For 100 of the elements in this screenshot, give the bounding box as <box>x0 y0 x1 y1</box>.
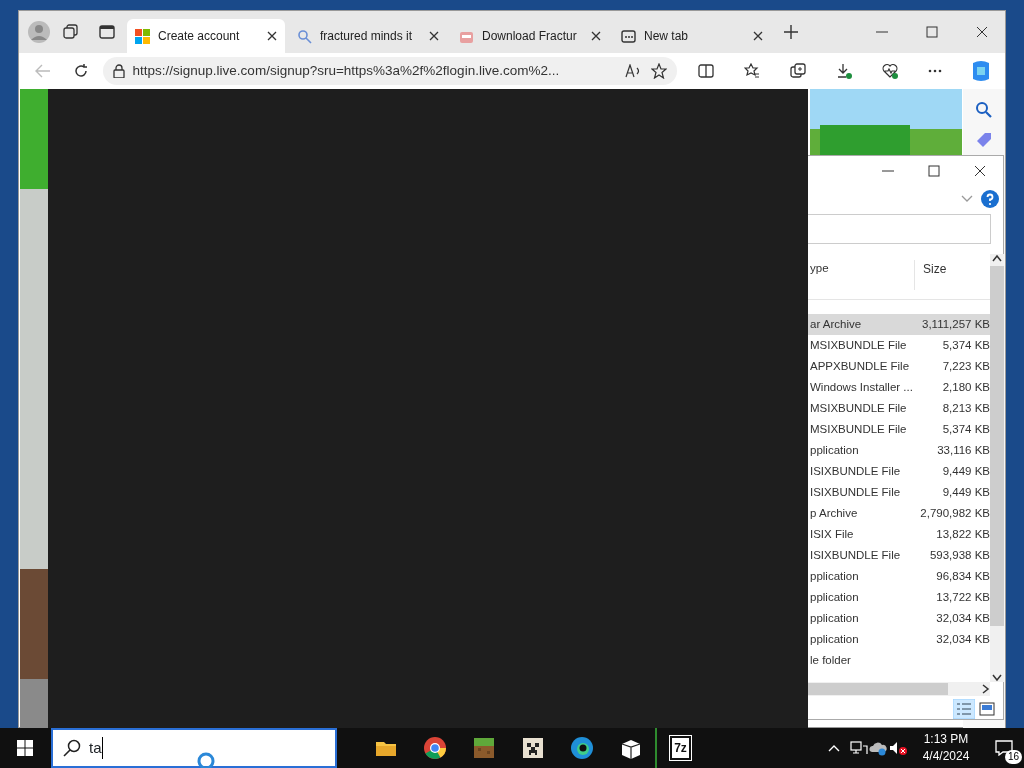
type-cell-text: pplication <box>809 589 860 605</box>
type-cell-text: pplication <box>809 631 860 647</box>
size-cell-text: 8,213 KB <box>941 400 990 416</box>
back-arrow-icon <box>34 64 51 78</box>
type-cell-text: le folder <box>809 652 852 668</box>
column-header[interactable]: ype <box>808 260 914 278</box>
network-icon[interactable] <box>850 740 868 756</box>
type-cell-text: Windows Installer ... <box>809 379 914 395</box>
size-cell-text: 3,111,257 KB <box>921 316 990 332</box>
type-cell-text: MSIXBUNDLE File <box>809 421 908 437</box>
file-row[interactable]: Windows Installer ... 2,180 KB <box>808 377 990 398</box>
file-row[interactable]: ISIXBUNDLE File 593,938 KB <box>808 545 990 566</box>
size-cell-text: 32,034 KB <box>935 631 990 647</box>
close-icon <box>267 31 277 41</box>
type-cell-text: ISIXBUNDLE File <box>809 484 902 500</box>
cloud-icon[interactable] <box>868 740 888 756</box>
file-row[interactable]: ISIX File 13,822 KB <box>808 524 990 545</box>
file-row[interactable]: APPXBUNDLE File 7,223 KB <box>808 356 990 377</box>
search-icon[interactable] <box>975 101 993 119</box>
close-icon <box>973 164 987 178</box>
type-cell-text: ISIXBUNDLE File <box>809 463 902 479</box>
vertical-scrollbar[interactable] <box>990 254 1004 682</box>
sidebar-icon <box>99 24 115 40</box>
cortana-icon <box>197 752 215 768</box>
heartbeat-icon <box>881 63 898 79</box>
chevron-down-icon[interactable] <box>961 195 973 203</box>
download-icon <box>835 63 852 79</box>
type-cell-text: MSIXBUNDLE File <box>809 400 908 416</box>
size-cell-text: 33,116 KB <box>936 442 990 458</box>
scroll-right-icon <box>982 684 990 694</box>
creeper-icon <box>520 736 545 760</box>
search-field[interactable] <box>808 214 991 244</box>
plus-icon <box>784 25 798 39</box>
close-icon <box>591 31 601 41</box>
edge-icon <box>569 736 594 760</box>
file-row[interactable]: ISIXBUNDLE File 9,449 KB <box>808 482 990 503</box>
clock[interactable]: 1:13 PM 4/4/2024 <box>908 728 984 768</box>
file-row[interactable]: MSIXBUNDLE File 5,374 KB <box>808 419 990 440</box>
file-row[interactable]: MSIXBUNDLE File 8,213 KB <box>808 398 990 419</box>
url-text: https://signup.live.com/signup?sru=https%3a%2f%2flogin.live.com%2... <box>132 61 561 80</box>
split-icon <box>698 63 715 79</box>
file-row[interactable]: ISIXBUNDLE File 9,449 KB <box>808 461 990 482</box>
file-row[interactable]: pplication 13,722 KB <box>808 587 990 608</box>
grid-icon <box>621 28 636 44</box>
address-bar[interactable]: https://signup.live.com/signup?sru=https%3a%2f%2flogin.live.com%2... <box>102 57 677 85</box>
horizontal-scrollbar[interactable] <box>808 682 990 696</box>
scroll-up-icon <box>992 254 1002 262</box>
app-label: 7z <box>670 736 691 760</box>
size-cell-text: 593,938 KB <box>928 547 990 563</box>
close-icon <box>975 25 989 39</box>
tag-icon[interactable] <box>975 131 993 149</box>
search-field[interactable]: ta <box>51 728 337 768</box>
file-row[interactable]: p Archive 2,790,982 KB <box>808 503 990 524</box>
profile-icon[interactable] <box>27 20 51 44</box>
size-cell-text: 2,790,982 KB <box>919 505 990 521</box>
grass-block-icon <box>471 736 496 760</box>
size-cell-text: 13,822 KB <box>935 526 990 542</box>
volume-muted-icon[interactable] <box>888 740 908 756</box>
size-cell-text: 96,834 KB <box>935 568 990 584</box>
file-row[interactable]: pplication 32,034 KB <box>808 608 990 629</box>
type-cell-text: APPXBUNDLE File <box>809 358 911 374</box>
file-row[interactable]: MSIXBUNDLE File 5,374 KB <box>808 335 990 356</box>
file-row[interactable]: ar Archive 3,111,257 KB <box>808 314 990 335</box>
file-row[interactable]: le folder <box>808 650 990 671</box>
maximize-icon <box>925 25 939 39</box>
size-cell-text: 9,449 KB <box>941 463 990 479</box>
type-cell-text: MSIXBUNDLE File <box>809 337 908 353</box>
file-row[interactable]: pplication 96,834 KB <box>808 566 990 587</box>
size-cell-text: 13,722 KB <box>935 589 990 605</box>
type-cell-text: ISIXBUNDLE File <box>809 547 902 563</box>
scroll-thumb[interactable] <box>990 266 1004 626</box>
type-cell-text: pplication <box>809 568 860 584</box>
notifications-button[interactable]: 16 <box>984 728 1024 768</box>
browser-tab[interactable]: New tab <box>613 19 771 53</box>
column-header[interactable]: Size <box>914 260 978 290</box>
help-icon[interactable] <box>981 190 999 208</box>
chrome-icon <box>422 736 447 760</box>
type-cell-text: ar Archive <box>809 316 863 332</box>
thumbnail-view-icon[interactable] <box>979 702 995 716</box>
star-icon[interactable] <box>650 63 667 79</box>
favorites-star-icon <box>744 63 761 79</box>
maximize-icon <box>927 164 941 178</box>
search-icon <box>63 739 81 757</box>
size-cell-text: 2,180 KB <box>941 379 990 395</box>
taskbar-app[interactable]: 7z <box>655 728 704 768</box>
file-row[interactable]: pplication 33,116 KB <box>808 440 990 461</box>
date-text: 4/4/2024 <box>922 748 970 765</box>
collections-icon <box>790 63 806 79</box>
size-cell-text: 9,449 KB <box>941 484 990 500</box>
close-icon <box>429 31 439 41</box>
browser-tab[interactable]: Download Fractur <box>451 19 609 53</box>
file-row[interactable]: pplication 32,034 KB <box>808 629 990 650</box>
search-icon <box>297 28 312 44</box>
windows-logo-icon <box>16 740 33 756</box>
lock-icon <box>112 64 125 78</box>
type-cell-text: ISIX File <box>809 526 855 542</box>
browser-tab[interactable]: fractured minds it <box>289 19 447 53</box>
windows-logo-icon <box>135 28 150 44</box>
browser-tab[interactable]: Create account <box>127 19 285 53</box>
refresh-icon <box>72 63 89 79</box>
